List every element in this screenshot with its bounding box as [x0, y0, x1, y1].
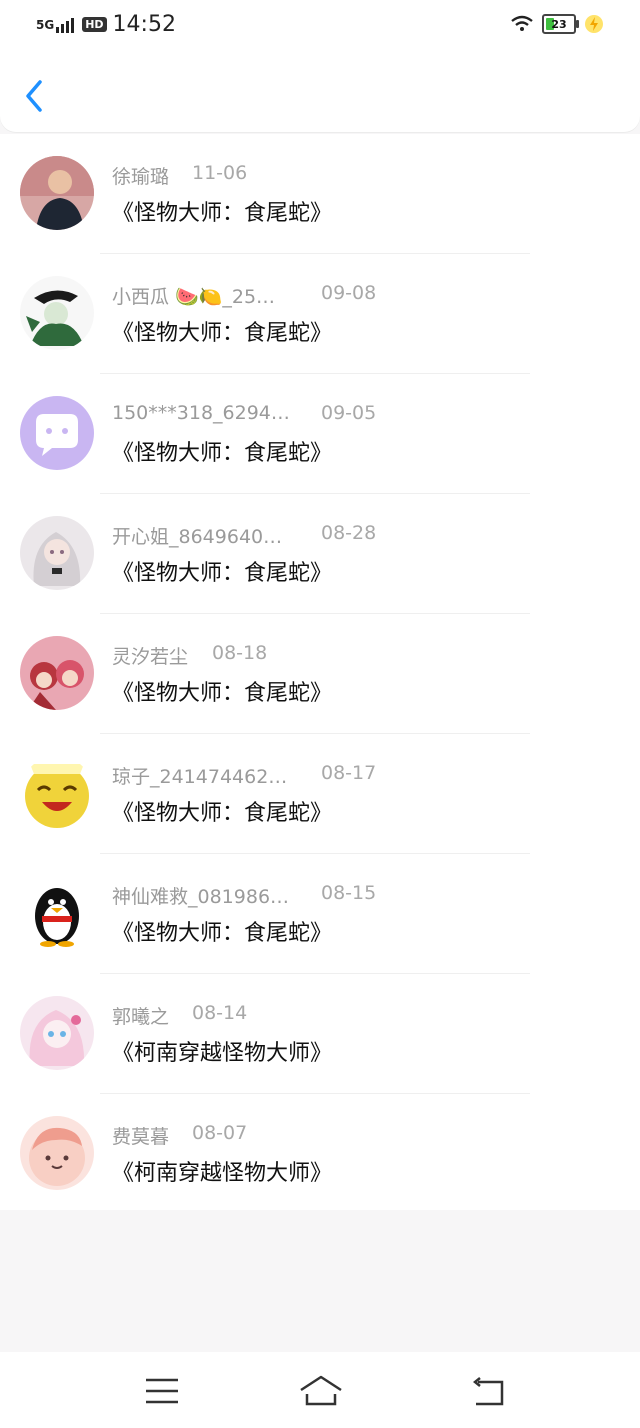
avatar [20, 876, 94, 950]
network-label: 5G [36, 17, 55, 32]
hd-badge: HD [82, 17, 107, 32]
menu-button[interactable] [142, 1374, 182, 1408]
list-item[interactable]: 琼子_241474462… 08-17 《怪物大师：食尾蛇》 [0, 734, 640, 854]
battery-icon: 23 [542, 14, 579, 34]
user-name: 神仙难救_081986… [112, 886, 290, 908]
status-bar: 5G HD 14:52 23 [0, 0, 640, 52]
book-title[interactable]: 《怪物大师：食尾蛇》 [112, 675, 332, 707]
book-title[interactable]: 《柯南穿越怪物大师》 [112, 1035, 332, 1067]
post-date: 09-05 [321, 402, 377, 424]
chevron-left-icon [26, 80, 42, 112]
clock: 14:52 [112, 12, 176, 37]
name-line: 郭曦之 08-14 [112, 1002, 247, 1029]
list-item[interactable]: 神仙难救_081986… 08-15 《怪物大师：食尾蛇》 [0, 854, 640, 974]
list-item[interactable]: 小西瓜 🍉🍋_25… 09-08 《怪物大师：食尾蛇》 [0, 254, 640, 374]
name-line: 小西瓜 🍉🍋_25… 09-08 [112, 282, 376, 309]
list-item[interactable]: 郭曦之 08-14 《柯南穿越怪物大师》 [0, 974, 640, 1094]
book-title[interactable]: 《怪物大师：食尾蛇》 [112, 195, 332, 227]
user-name: 费莫暮 [112, 1126, 170, 1148]
avatar [20, 1116, 94, 1190]
post-date: 08-17 [321, 762, 377, 784]
avatar [20, 516, 94, 590]
book-list: 徐瑜璐 11-06 《怪物大师：食尾蛇》 小西瓜 🍉🍋_25… 09-08 《怪… [0, 134, 640, 1210]
book-title[interactable]: 《怪物大师：食尾蛇》 [112, 435, 332, 467]
list-item[interactable]: 开心姐_8649640… 08-28 《怪物大师：食尾蛇》 [0, 494, 640, 614]
avatar [20, 756, 94, 830]
name-line: 费莫暮 08-07 [112, 1122, 247, 1149]
status-left: 5G HD 14:52 [36, 12, 176, 37]
post-date: 08-15 [321, 882, 377, 904]
avatar [20, 636, 94, 710]
home-icon [300, 1375, 342, 1406]
book-title[interactable]: 《怪物大师：食尾蛇》 [112, 555, 332, 587]
list-item[interactable]: 费莫暮 08-07 《柯南穿越怪物大师》 [0, 1094, 640, 1214]
name-line: 神仙难救_081986… 08-15 [112, 882, 376, 909]
status-right: 23 [510, 14, 604, 34]
name-line: 徐瑜璐 11-06 [112, 162, 247, 189]
list-item[interactable]: 灵汐若尘 08-18 《怪物大师：食尾蛇》 [0, 614, 640, 734]
menu-icon [146, 1378, 178, 1404]
avatar [20, 276, 94, 350]
book-title[interactable]: 《怪物大师：食尾蛇》 [112, 795, 332, 827]
post-date: 08-14 [192, 1002, 248, 1024]
post-date: 11-06 [192, 162, 248, 184]
book-title[interactable]: 《怪物大师：食尾蛇》 [112, 915, 332, 947]
post-date: 08-28 [321, 522, 377, 544]
system-nav-bar [0, 1352, 640, 1428]
wifi-icon [511, 15, 533, 31]
avatar [20, 156, 94, 230]
return-button[interactable] [470, 1374, 510, 1408]
book-title[interactable]: 《怪物大师：食尾蛇》 [112, 315, 332, 347]
post-date: 09-08 [321, 282, 377, 304]
post-date: 08-07 [192, 1122, 248, 1144]
header-bar [0, 52, 640, 132]
name-line: 琼子_241474462… 08-17 [112, 762, 376, 789]
return-icon [472, 1377, 504, 1406]
user-name: 150***318_6294… [112, 402, 290, 424]
signal-icon [56, 17, 75, 33]
list-item[interactable]: 150***318_6294… 09-05 《怪物大师：食尾蛇》 [0, 374, 640, 494]
charging-icon [585, 15, 603, 33]
avatar [20, 396, 94, 470]
user-name: 琼子_241474462… [112, 766, 288, 788]
user-name: 郭曦之 [112, 1006, 170, 1028]
back-button[interactable] [20, 78, 50, 114]
avatar [20, 996, 94, 1070]
book-title[interactable]: 《柯南穿越怪物大师》 [112, 1155, 332, 1187]
user-name: 徐瑜璐 [112, 166, 170, 188]
user-name: 灵汐若尘 [112, 646, 189, 668]
home-button[interactable] [298, 1374, 344, 1408]
name-line: 灵汐若尘 08-18 [112, 642, 267, 669]
battery-level: 23 [551, 17, 567, 31]
name-line: 150***318_6294… 09-05 [112, 402, 376, 424]
post-date: 08-18 [212, 642, 268, 664]
name-line: 开心姐_8649640… 08-28 [112, 522, 376, 549]
list-item[interactable]: 徐瑜璐 11-06 《怪物大师：食尾蛇》 [0, 134, 640, 254]
user-name: 开心姐_8649640… [112, 526, 283, 548]
user-name: 小西瓜 🍉🍋_25… [112, 286, 276, 308]
